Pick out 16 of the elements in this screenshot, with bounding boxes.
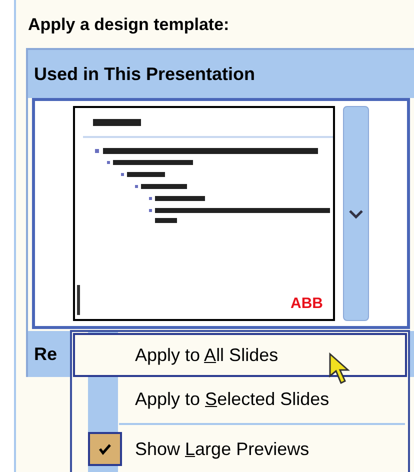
checkmark-icon xyxy=(98,443,112,455)
section-header[interactable]: Used in This Presentation xyxy=(28,50,414,98)
menu-item-label: Apply to Selected Slides xyxy=(135,388,330,411)
menu-item-label: Show Large Previews xyxy=(135,438,310,461)
slide-footer-icon xyxy=(77,285,81,315)
slide-logo: ABB xyxy=(290,296,323,311)
pane-title: Apply a design template: xyxy=(28,14,230,36)
menu-item[interactable]: Show Large Previews xyxy=(73,427,407,471)
template-preview[interactable]: ABB xyxy=(32,98,410,329)
scrollbar[interactable] xyxy=(343,106,369,321)
chevron-down-icon[interactable] xyxy=(349,208,363,218)
menu-item-label: Apply to All Slides xyxy=(135,344,278,367)
menu-item[interactable]: Apply to All Slides xyxy=(73,333,407,377)
mouse-cursor-icon xyxy=(328,352,352,386)
checkbox[interactable] xyxy=(88,432,122,466)
menu-item[interactable]: Apply to Selected Slides xyxy=(73,377,407,421)
